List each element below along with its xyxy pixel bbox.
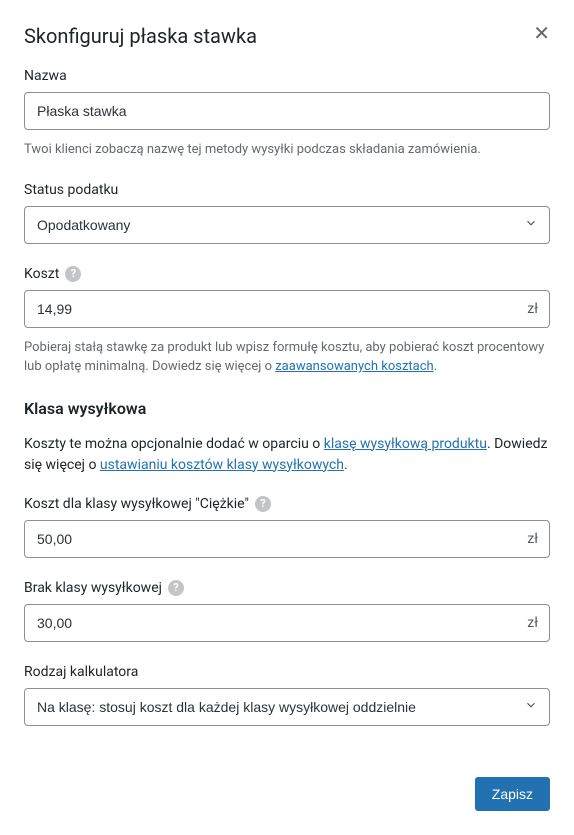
name-input[interactable]: [24, 92, 550, 130]
cost-input[interactable]: [24, 290, 550, 328]
currency-suffix: zł: [527, 301, 538, 317]
shipping-class-intro: Koszty te można opcjonalnie dodać w opar…: [24, 434, 550, 476]
product-shipping-class-link[interactable]: klasę wysyłkową produktu: [324, 436, 487, 452]
cost-label: Koszt: [24, 266, 59, 282]
no-class-cost-label: Brak klasy wysyłkowej: [24, 580, 162, 596]
save-button[interactable]: Zapisz: [475, 777, 550, 811]
close-button[interactable]: ✕: [533, 24, 550, 44]
currency-suffix: zł: [527, 531, 538, 547]
name-help-text: Twoi klienci zobaczą nazwę tej metody wy…: [24, 140, 550, 160]
shipping-class-header: Klasa wysyłkowa: [24, 399, 550, 418]
page-title: Skonfiguruj płaska stawka: [24, 24, 257, 48]
advanced-costs-link[interactable]: zaawansowanych kosztach: [275, 359, 433, 374]
help-icon[interactable]: ?: [168, 580, 184, 596]
cost-help-text: Pobieraj stałą stawkę za produkt lub wpi…: [24, 338, 550, 377]
heavy-class-cost-input[interactable]: [24, 520, 550, 558]
heavy-class-cost-label: Koszt dla klasy wysyłkowej "Ciężkie": [24, 496, 249, 512]
currency-suffix: zł: [527, 615, 538, 631]
calculator-type-select[interactable]: Na klasę: stosuj koszt dla każdej klasy …: [24, 688, 550, 726]
name-label: Nazwa: [24, 68, 550, 84]
no-class-cost-input[interactable]: [24, 604, 550, 642]
tax-status-label: Status podatku: [24, 182, 550, 198]
close-icon: ✕: [533, 23, 550, 45]
setting-shipping-costs-link[interactable]: ustawianiu kosztów klasy wysyłkowych: [100, 457, 344, 473]
help-icon[interactable]: ?: [65, 266, 81, 282]
help-icon[interactable]: ?: [255, 496, 271, 512]
calculator-type-label: Rodzaj kalkulatora: [24, 664, 550, 680]
tax-status-select[interactable]: Opodatkowany: [24, 206, 550, 244]
